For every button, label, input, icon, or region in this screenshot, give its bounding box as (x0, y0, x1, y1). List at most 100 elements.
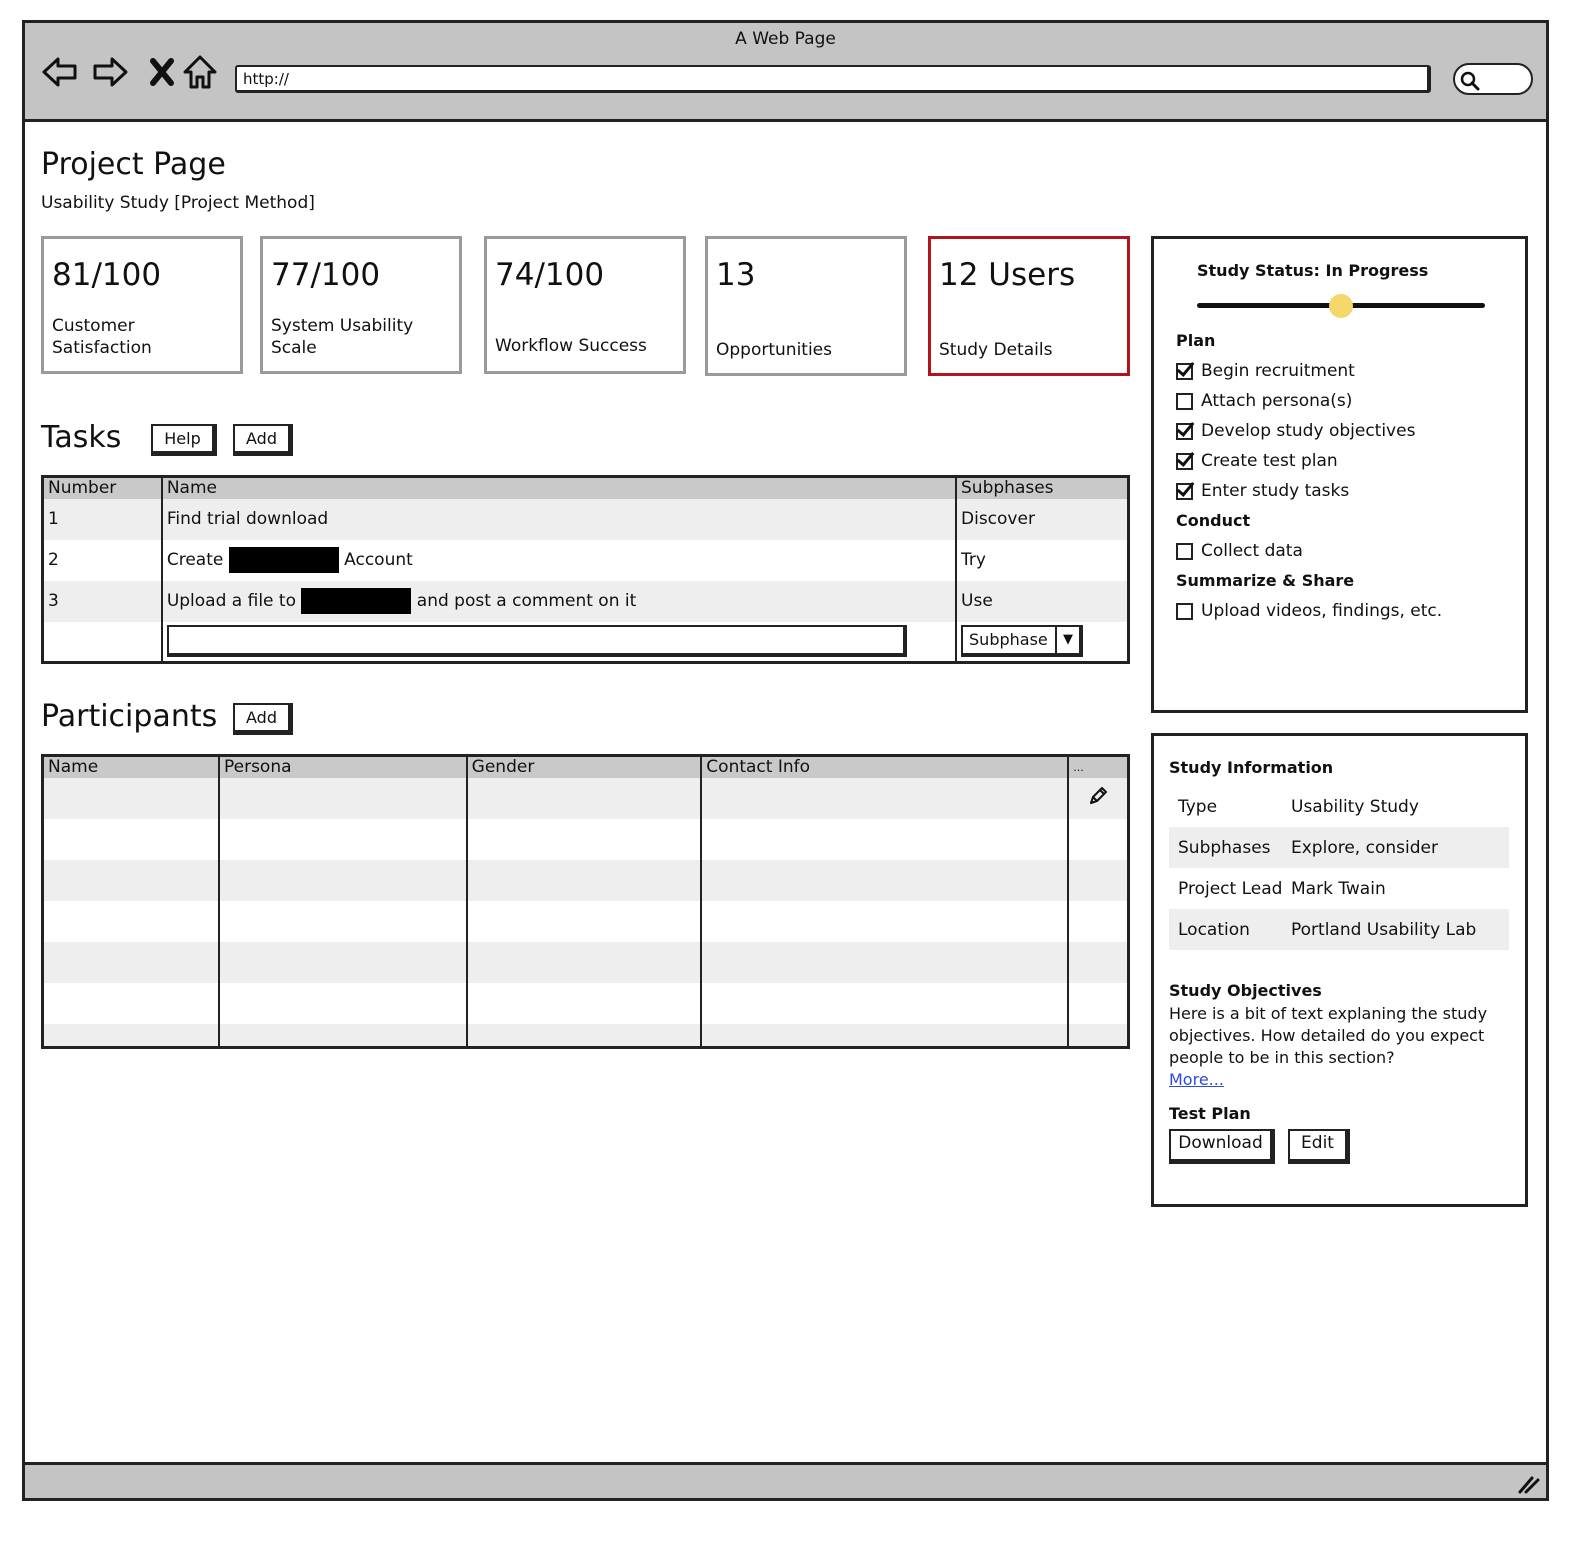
subphase-select[interactable]: Subphase ▼ (961, 625, 1084, 658)
cell (217, 818, 467, 860)
progress-slider-knob[interactable] (1329, 294, 1353, 318)
checkbox-checked-icon[interactable] (1176, 362, 1193, 380)
info-row-type: Type Usability Study (1169, 786, 1509, 827)
table-row (42, 941, 1129, 983)
task-name-part: Create (166, 550, 224, 570)
column-header-name[interactable]: Name (42, 755, 219, 778)
cell (42, 941, 219, 983)
metric-label: Study Details (939, 340, 1053, 360)
task-number: 2 (48, 550, 59, 570)
home-icon[interactable] (181, 53, 219, 91)
resize-grip-icon[interactable] (1516, 1474, 1540, 1494)
table-row (43, 900, 1129, 942)
cell (700, 777, 1069, 819)
tasks-help-button[interactable]: Help (151, 424, 217, 456)
cell (700, 941, 1069, 983)
tasks-title: Tasks (41, 420, 122, 455)
metric-card-opportunities[interactable]: 13 Opportunities (705, 236, 907, 376)
metric-value: 12 Users (939, 257, 1076, 293)
checkbox-empty-icon[interactable] (1176, 602, 1193, 620)
table-row[interactable]: 2 Create Account Try (43, 539, 1129, 581)
task-name: Create Account (160, 539, 957, 581)
checkbox-checked-icon[interactable] (1176, 482, 1193, 500)
search-field[interactable] (1453, 63, 1533, 95)
checkbox-checked-icon[interactable] (1176, 422, 1193, 440)
checklist-label: Develop study objectives (1201, 421, 1416, 441)
study-objectives-text: Here is a bit of text explaning the stud… (1169, 1003, 1509, 1091)
info-value: Usability Study (1291, 796, 1419, 817)
metric-card-customer-satisfaction[interactable]: 81/100 Customer Satisfaction (41, 236, 243, 374)
cell (43, 983, 219, 1024)
cell (42, 1023, 219, 1048)
tasks-table: Number Name Subphases 1 Find trial downl… (41, 475, 1130, 664)
edit-button[interactable]: Edit (1288, 1129, 1350, 1164)
task-name: Upload a file to and post a comment on i… (160, 580, 957, 622)
checkbox-empty-icon[interactable] (1176, 392, 1193, 410)
cell (700, 859, 1069, 901)
more-link[interactable]: More... (1169, 1070, 1224, 1089)
status-group-summarize: Summarize & Share (1176, 571, 1355, 590)
checklist-item[interactable]: Upload videos, findings, etc. (1176, 601, 1442, 621)
cell (1067, 818, 1129, 860)
test-plan-title: Test Plan (1169, 1104, 1251, 1123)
redacted-block (301, 588, 412, 614)
metric-label: Customer Satisfaction (52, 316, 152, 358)
tasks-add-button[interactable]: Add (233, 424, 293, 456)
cell (1067, 982, 1129, 1024)
table-row[interactable]: 3 Upload a file to and post a comment on… (42, 580, 1129, 622)
url-input[interactable]: http:// (235, 65, 1431, 93)
column-header-name[interactable]: Name (160, 476, 957, 499)
new-task-number-cell (43, 622, 162, 663)
metric-value: 74/100 (495, 257, 605, 293)
task-name-part: and post a comment on it (416, 591, 637, 611)
checklist-item[interactable]: Create test plan (1176, 451, 1338, 471)
task-name-part: Upload a file to (166, 591, 296, 611)
cell (465, 982, 702, 1024)
task-number: 1 (42, 498, 162, 540)
column-header-number[interactable]: Number (42, 476, 162, 499)
checklist-label: Upload videos, findings, etc. (1201, 601, 1443, 621)
metric-label: Opportunities (716, 340, 832, 360)
metric-card-system-usability[interactable]: 77/100 System Usability Scale (260, 236, 462, 374)
cell (700, 982, 1069, 1024)
column-header-gender[interactable]: Gender (465, 755, 702, 778)
column-header-more[interactable]: ... (1067, 755, 1129, 778)
checkbox-checked-icon[interactable] (1176, 452, 1193, 470)
checklist-item[interactable]: Begin recruitment (1176, 361, 1355, 381)
back-arrow-icon[interactable] (41, 53, 79, 91)
edit-cell (1067, 777, 1129, 819)
metric-card-workflow-success[interactable]: 74/100 Workflow Success (484, 236, 686, 374)
checklist-item[interactable]: Attach persona(s) (1176, 391, 1352, 411)
table-row[interactable]: 1 Find trial download Discover (42, 498, 1129, 540)
pencil-icon[interactable] (1087, 785, 1109, 807)
cell (217, 777, 467, 819)
column-header-persona[interactable]: Persona (217, 755, 467, 778)
checkbox-empty-icon[interactable] (1176, 542, 1193, 560)
metric-card-study-details[interactable]: 12 Users Study Details (928, 236, 1130, 376)
cell (42, 777, 219, 819)
info-row-subphases: Subphases Explore, consider (1169, 827, 1509, 868)
column-header-contact-info[interactable]: Contact Info (700, 755, 1069, 778)
forward-arrow-icon[interactable] (91, 53, 129, 91)
cell (43, 819, 219, 860)
study-information-title: Study Information (1169, 758, 1334, 777)
new-task-input[interactable] (166, 625, 907, 658)
close-x-icon[interactable] (143, 53, 181, 91)
browser-window: A Web Page http:// Project Page Usabilit… (22, 20, 1549, 1501)
checklist-item[interactable]: Collect data (1176, 541, 1303, 561)
checklist-item[interactable]: Enter study tasks (1176, 481, 1349, 501)
table-row (42, 777, 1129, 819)
new-task-row: Subphase ▼ (43, 621, 1129, 663)
task-name: Find trial download (160, 498, 957, 540)
cell (42, 859, 219, 901)
metric-label: Workflow Success (495, 336, 647, 356)
info-value: Portland Usability Lab (1291, 919, 1477, 940)
redacted-block (228, 547, 339, 573)
cell (43, 901, 219, 942)
checklist-item[interactable]: Develop study objectives (1176, 421, 1415, 441)
cell (700, 1023, 1069, 1048)
column-header-subphases[interactable]: Subphases (955, 476, 1129, 499)
download-button[interactable]: Download (1169, 1129, 1275, 1164)
objectives-body: Here is a bit of text explaning the stud… (1169, 1004, 1488, 1067)
participants-add-button[interactable]: Add (233, 703, 293, 735)
